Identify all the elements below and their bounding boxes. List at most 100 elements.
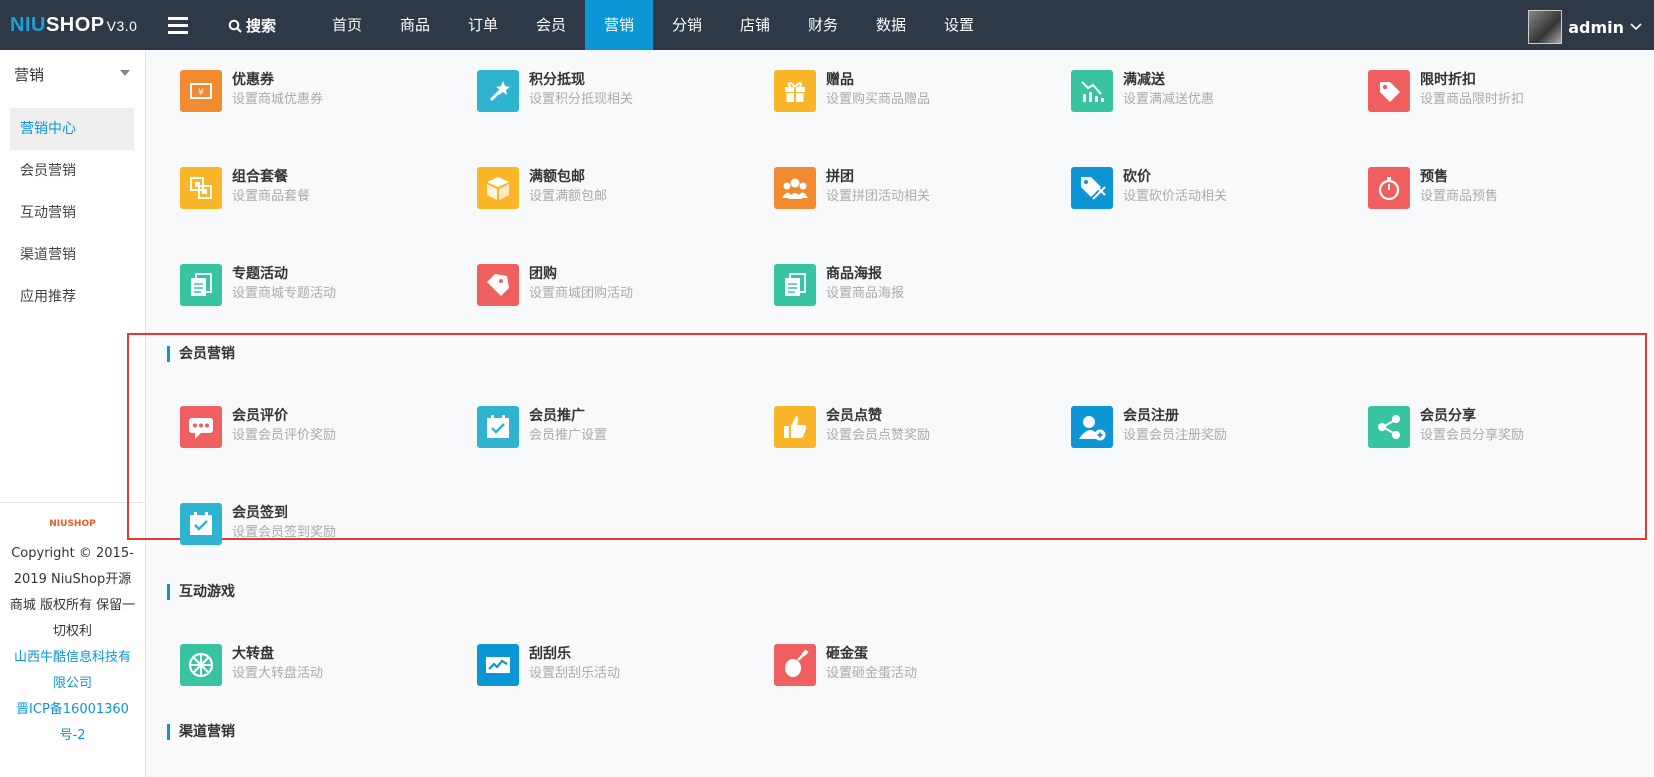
feature-desc: 设置积分抵现相关 (529, 92, 634, 107)
feature-name: 限时折扣 (1420, 72, 1476, 88)
copyright-text: Copyright © 2015-2019 NiuShop开源商城 版权所有 保… (9, 546, 136, 639)
nav-orders[interactable]: 订单 (449, 0, 517, 50)
group-icon (774, 167, 816, 209)
timer-icon (1368, 167, 1410, 209)
feature-desc: 设置商城团购活动 (529, 286, 634, 301)
calendar-check-icon (180, 503, 222, 545)
menu-toggle-icon[interactable] (168, 17, 188, 34)
feature-poster[interactable]: 商品海报设置商品海报 (774, 264, 904, 306)
feature-desc: 设置大转盘活动 (232, 666, 324, 681)
search-button[interactable]: 搜索 (228, 15, 276, 36)
feature-desc: 设置砍价活动相关 (1123, 189, 1228, 204)
egg-icon (774, 644, 816, 686)
feature-desc: 设置会员注册奖励 (1123, 428, 1228, 443)
feature-name: 专题活动 (232, 266, 288, 282)
sidebar-item-marketing-center[interactable]: 营销中心 (10, 108, 134, 150)
feature-coupon[interactable]: ¥ 优惠券 设置商城优惠券 (180, 70, 323, 112)
logo-version: V3.0 (106, 18, 138, 34)
nav-settings[interactable]: 设置 (925, 0, 993, 50)
feature-desc: 设置商品预售 (1420, 189, 1499, 204)
feature-name: 砸金蛋 (826, 646, 868, 662)
feature-name: 拼团 (826, 169, 854, 185)
feature-presale[interactable]: 预售 设置商品预售 (1368, 167, 1498, 209)
feature-name: 满额包邮 (529, 169, 585, 185)
feature-member-promote[interactable]: 会员推广 会员推广设置 (477, 406, 607, 448)
nav-home[interactable]: 首页 (313, 0, 381, 50)
thumbs-up-icon (774, 406, 816, 448)
feature-golden-egg[interactable]: 砸金蛋设置砸金蛋活动 (774, 644, 917, 686)
feature-limited-discount[interactable]: 限时折扣设置商品限时折扣 (1368, 70, 1524, 112)
company-link[interactable]: 山西牛酷信息科技有限公司 (8, 645, 137, 697)
top-bar: NIUSHOP V3.0 搜索 首页 商品 订单 会员 营销 分销 店铺 财务 数… (0, 0, 1654, 50)
feature-points[interactable]: 积分抵现设置积分抵现相关 (477, 70, 633, 112)
username: admin (1568, 17, 1624, 37)
sidebar-item-interactive-marketing[interactable]: 互动营销 (10, 192, 134, 234)
user-add-icon (1071, 406, 1113, 448)
feature-group-buy[interactable]: 拼团 设置拼团活动相关 (774, 167, 930, 209)
sidebar-item-channel-marketing[interactable]: 渠道营销 (10, 234, 134, 276)
feature-member-sign-in[interactable]: 会员签到 设置会员签到奖励 (180, 503, 336, 545)
feature-desc: 设置商品海报 (826, 286, 905, 301)
search-label: 搜索 (246, 17, 277, 35)
nav-finance[interactable]: 财务 (789, 0, 857, 50)
feature-free-shipping[interactable]: 满额包邮 设置满额包邮 (477, 167, 607, 209)
feature-wheel[interactable]: 大转盘设置大转盘活动 (180, 644, 323, 686)
feature-name: 积分抵现 (529, 72, 585, 88)
documents-icon (774, 264, 816, 306)
feature-desc: 设置会员签到奖励 (232, 525, 337, 540)
feature-name: 会员评价 (232, 408, 288, 424)
feature-name: 组合套餐 (232, 169, 288, 185)
feature-name: 商品海报 (826, 266, 882, 282)
feature-member-like[interactable]: 会员点赞设置会员点赞奖励 (774, 406, 930, 448)
sidebar-item-app-recommend[interactable]: 应用推荐 (10, 276, 134, 318)
nav-goods[interactable]: 商品 (381, 0, 449, 50)
nav-distribution[interactable]: 分销 (653, 0, 721, 50)
nav-members[interactable]: 会员 (517, 0, 585, 50)
feature-name: 刮刮乐 (529, 646, 571, 662)
feature-scratch-card[interactable]: 刮刮乐 设置刮刮乐活动 (477, 644, 620, 686)
combo-icon (180, 167, 222, 209)
feature-desc: 设置会员分享奖励 (1420, 428, 1525, 443)
feature-gift[interactable]: 赠品 设置购买商品赠品 (774, 70, 930, 112)
feature-topic[interactable]: 专题活动 设置商城专题活动 (180, 264, 336, 306)
gift-icon (774, 70, 816, 112)
icp-link[interactable]: 晋ICP备16001360号-2 (8, 697, 137, 749)
logo[interactable]: NIUSHOP V3.0 (10, 14, 137, 37)
sidebar-title[interactable]: 营销 (14, 64, 44, 85)
sidebar-list: 营销中心 会员营销 互动营销 渠道营销 应用推荐 (10, 108, 134, 318)
feature-member-register[interactable]: 会员注册 设置会员注册奖励 (1071, 406, 1227, 448)
feature-member-share[interactable]: 会员分享 设置会员分享奖励 (1368, 406, 1524, 448)
documents-icon (180, 264, 222, 306)
feature-member-review[interactable]: 会员评价 设置会员评价奖励 (180, 406, 336, 448)
feature-combo[interactable]: 组合套餐 设置商品套餐 (180, 167, 310, 209)
nav-shop[interactable]: 店铺 (721, 0, 789, 50)
nav-data[interactable]: 数据 (857, 0, 925, 50)
caret-down-icon[interactable] (120, 70, 130, 76)
feature-desc: 设置商品限时折扣 (1420, 92, 1525, 107)
nav-marketing[interactable]: 营销 (585, 0, 653, 50)
footer-logo: NIUSHOP (49, 519, 96, 529)
feature-full-reduce[interactable]: 满减送 设置满减送优惠 (1071, 70, 1214, 112)
feature-bargain[interactable]: 砍价设置砍价活动相关 (1071, 167, 1227, 209)
feature-name: 会员点赞 (826, 408, 882, 424)
user-menu[interactable]: admin (1528, 10, 1642, 44)
main-nav: 首页 商品 订单 会员 营销 分销 店铺 财务 数据 设置 (313, 0, 993, 50)
feature-tuangou[interactable]: 团购 设置商城团购活动 (477, 264, 633, 306)
box-icon (477, 167, 519, 209)
logo-part2: SHOP (45, 14, 105, 36)
feature-name: 优惠券 (232, 72, 274, 88)
feature-name: 砍价 (1123, 169, 1151, 185)
share-icon (1368, 406, 1410, 448)
feature-name: 大转盘 (232, 646, 274, 662)
section-title-channel: 渠道营销 (167, 724, 235, 740)
feature-name: 满减送 (1123, 72, 1165, 88)
feature-desc: 设置商城优惠券 (232, 92, 324, 107)
feature-desc: 设置砸金蛋活动 (826, 666, 918, 681)
feature-desc: 设置购买商品赠品 (826, 92, 931, 107)
section-title-member: 会员营销 (167, 346, 235, 362)
feature-name: 预售 (1420, 169, 1448, 185)
avatar (1528, 10, 1563, 44)
feature-desc: 设置会员点赞奖励 (826, 428, 931, 443)
feature-desc: 会员推广设置 (529, 428, 608, 443)
sidebar-item-member-marketing[interactable]: 会员营销 (10, 150, 134, 192)
